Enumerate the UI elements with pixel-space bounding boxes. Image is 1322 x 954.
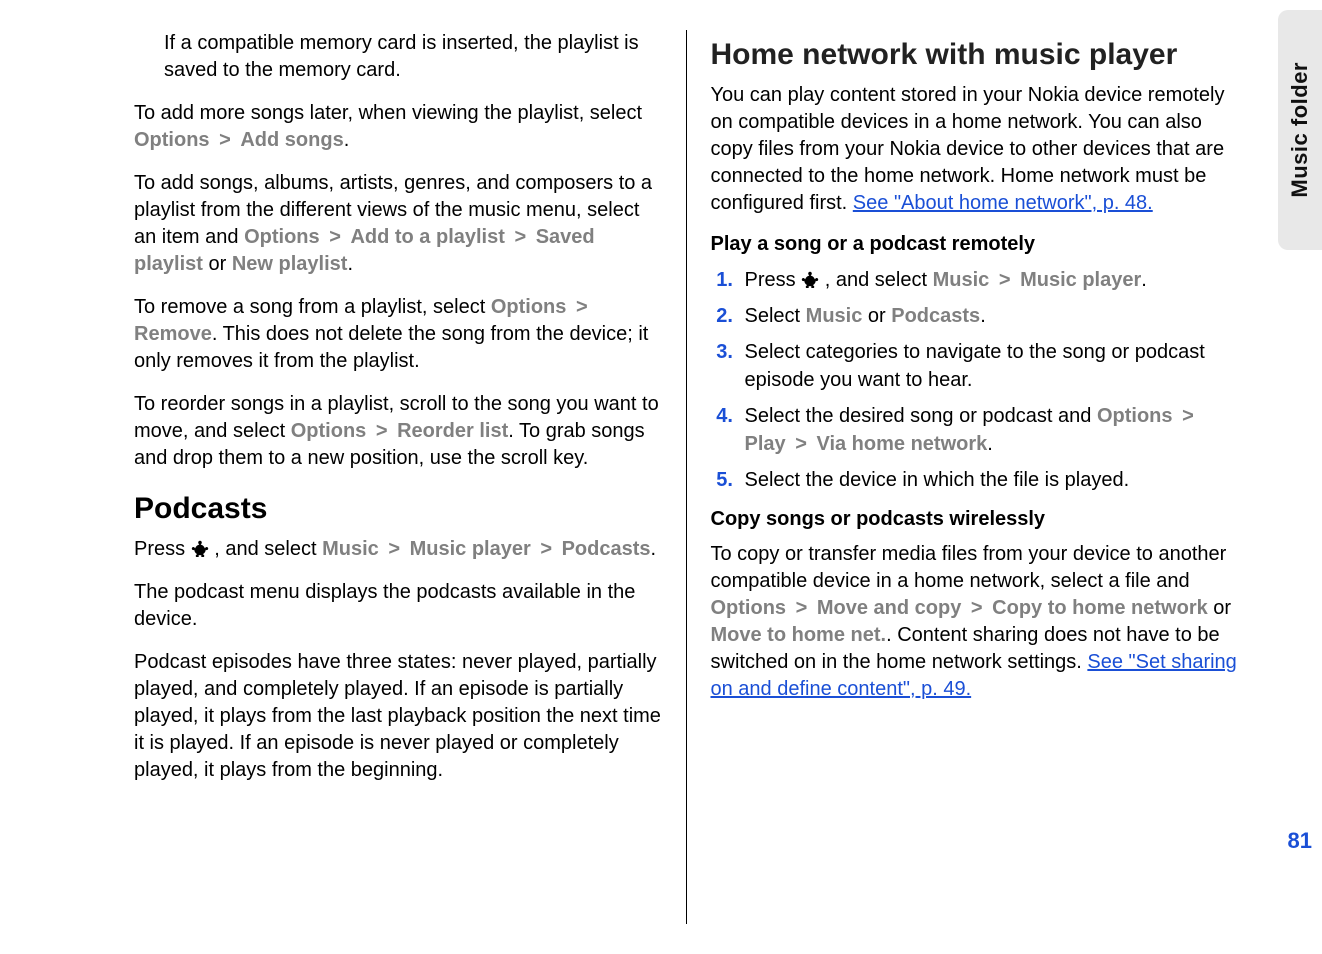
play-remotely-subheading: Play a song or a podcast remotely <box>711 233 1239 256</box>
memory-card-note: If a compatible memory card is inserted,… <box>134 30 662 84</box>
text: . <box>347 253 353 275</box>
separator: > <box>325 226 345 248</box>
text: Press <box>134 538 191 560</box>
copy-wirelessly-subheading: Copy songs or podcasts wirelessly <box>711 508 1239 531</box>
step-3: Select categories to navigate to the son… <box>739 338 1239 394</box>
text: , and select <box>214 538 322 560</box>
menu-key-icon <box>191 538 209 556</box>
step-5: Select the device in which the file is p… <box>739 466 1239 494</box>
separator: > <box>1178 405 1198 427</box>
menu-new-playlist: New playlist <box>232 253 348 275</box>
menu-podcasts: Podcasts <box>891 305 980 327</box>
text: To copy or transfer media files from you… <box>711 543 1227 592</box>
page-number: 81 <box>1288 828 1312 854</box>
text: To remove a song from a playlist, select <box>134 296 491 318</box>
separator: > <box>384 538 404 560</box>
text: . <box>651 538 657 560</box>
podcast-menu-para: The podcast menu displays the podcasts a… <box>134 579 662 633</box>
copy-wirelessly-para: To copy or transfer media files from you… <box>711 541 1239 703</box>
menu-remove: Remove <box>134 323 212 345</box>
menu-play: Play <box>745 433 786 455</box>
menu-options: Options <box>1097 405 1173 427</box>
right-column: Home network with music player You can p… <box>687 30 1263 924</box>
text: Press <box>745 269 802 291</box>
menu-options: Options <box>491 296 567 318</box>
text: or <box>1213 597 1231 619</box>
step-1: Press , and select Music > Music player. <box>739 266 1239 294</box>
left-column: If a compatible memory card is inserted,… <box>110 30 687 924</box>
menu-music: Music <box>806 305 863 327</box>
reorder-para: To reorder songs in a playlist, scroll t… <box>134 391 662 472</box>
menu-key-icon <box>801 268 819 286</box>
menu-music: Music <box>933 269 990 291</box>
separator: > <box>572 296 592 318</box>
text: Select <box>745 305 806 327</box>
step-4: Select the desired song or podcast and O… <box>739 402 1239 458</box>
text: , and select <box>825 269 933 291</box>
section-tab-label: Music folder <box>1287 62 1313 198</box>
menu-music-player: Music player <box>1020 269 1141 291</box>
page-content: If a compatible memory card is inserted,… <box>0 0 1322 954</box>
text: . <box>344 129 350 151</box>
separator: > <box>215 129 235 151</box>
menu-music: Music <box>322 538 379 560</box>
section-tab: Music folder <box>1278 10 1322 250</box>
menu-via-home-network: Via home network <box>816 433 987 455</box>
text: To add more songs later, when viewing th… <box>134 102 642 124</box>
menu-options: Options <box>134 129 210 151</box>
menu-move-to-home-net: Move to home net. <box>711 624 887 646</box>
text: Select the desired song or podcast and <box>745 405 1097 427</box>
text: . <box>987 433 993 455</box>
separator: > <box>791 433 811 455</box>
podcast-states-para: Podcast episodes have three states: neve… <box>134 649 662 784</box>
text: . <box>980 305 986 327</box>
separator: > <box>967 597 987 619</box>
menu-music-player: Music player <box>410 538 531 560</box>
home-network-intro: You can play content stored in your Noki… <box>711 82 1239 217</box>
play-remotely-steps: Press , and select Music > Music player.… <box>711 266 1239 494</box>
separator: > <box>995 269 1015 291</box>
menu-options: Options <box>244 226 320 248</box>
text: . This does not delete the song from the… <box>134 323 648 372</box>
podcasts-heading: Podcasts <box>134 492 662 526</box>
podcasts-nav-para: Press , and select Music > Music player … <box>134 536 662 563</box>
separator: > <box>372 420 392 442</box>
separator: > <box>792 597 812 619</box>
menu-copy-to-home-network: Copy to home network <box>992 597 1208 619</box>
separator: > <box>536 538 556 560</box>
text: or <box>208 253 231 275</box>
remove-song-para: To remove a song from a playlist, select… <box>134 294 662 375</box>
step-2: Select Music or Podcasts. <box>739 302 1239 330</box>
text: . <box>1141 269 1147 291</box>
menu-options: Options <box>711 597 787 619</box>
add-to-playlist-para: To add songs, albums, artists, genres, a… <box>134 170 662 278</box>
menu-move-and-copy: Move and copy <box>817 597 961 619</box>
menu-add-songs: Add songs <box>240 129 343 151</box>
menu-add-to-playlist: Add to a playlist <box>350 226 504 248</box>
separator: > <box>510 226 530 248</box>
home-network-heading: Home network with music player <box>711 38 1239 72</box>
link-about-home-network[interactable]: See "About home network", p. 48. <box>853 192 1153 214</box>
menu-reorder-list: Reorder list <box>397 420 508 442</box>
add-songs-para: To add more songs later, when viewing th… <box>134 100 662 154</box>
menu-podcasts: Podcasts <box>562 538 651 560</box>
text: or <box>868 305 891 327</box>
menu-options: Options <box>291 420 367 442</box>
